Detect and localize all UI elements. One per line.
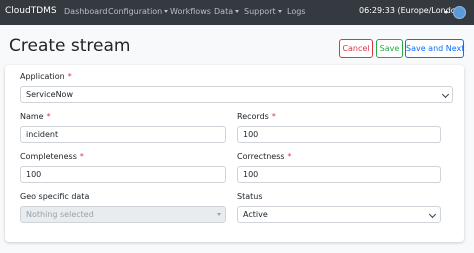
status-select-value: Active (243, 210, 268, 219)
chevron-down-icon (428, 210, 437, 219)
completeness-input[interactable]: 100 (20, 166, 226, 183)
required-mark: * (287, 152, 292, 161)
geo-data-select[interactable]: Nothing selected (20, 206, 226, 223)
geo-data-select-value: Nothing selected (26, 210, 94, 219)
records-label-text: Records (237, 112, 269, 121)
required-mark: * (46, 112, 51, 121)
completeness-label: Completeness * (20, 152, 84, 161)
required-mark: * (67, 72, 72, 81)
chevron-down-icon (441, 90, 450, 99)
status-label: Status (237, 192, 263, 201)
completeness-label-text: Completeness (20, 152, 77, 161)
stream-form-card: Application * ServiceNow Name * incident R… (5, 65, 464, 242)
correctness-label: Correctness * (237, 152, 292, 161)
nav-configuration-label: Configuration (108, 7, 163, 16)
records-input[interactable]: 100 (237, 126, 441, 143)
status-select[interactable]: Active (237, 206, 441, 223)
nav-support-label: Support (244, 7, 276, 16)
top-navbar: CloudTDMS Dashboard Configuration Workfl… (0, 0, 474, 25)
required-mark: * (271, 112, 276, 121)
clock-timezone: 06:29:33 (Europe/London) (359, 6, 464, 15)
name-label: Name * (20, 112, 51, 121)
page-title: Create stream (9, 36, 131, 56)
chevron-down-icon (164, 10, 169, 13)
save-and-next-button[interactable]: Save and Next (405, 39, 464, 58)
save-button[interactable]: Save (376, 39, 403, 58)
nav-data[interactable]: Data (214, 7, 240, 16)
caret-down-icon (217, 213, 221, 216)
nav-configuration[interactable]: Configuration (108, 7, 169, 16)
chevron-down-icon (235, 10, 240, 13)
geo-data-label: Geo specific data (20, 192, 90, 201)
nav-data-label: Data (214, 7, 234, 16)
cancel-button[interactable]: Cancel (339, 39, 373, 58)
application-label: Application * (20, 72, 72, 81)
nav-logs[interactable]: Logs (287, 7, 305, 16)
brand-logo[interactable]: CloudTDMS (5, 6, 57, 16)
required-mark: * (79, 152, 84, 161)
nav-support[interactable]: Support (244, 7, 282, 16)
user-menu-chevron-icon[interactable] (444, 11, 448, 14)
name-label-text: Name (20, 112, 44, 121)
nav-dashboard[interactable]: Dashboard (64, 7, 107, 16)
records-label: Records * (237, 112, 276, 121)
application-select[interactable]: ServiceNow (20, 86, 453, 103)
name-input[interactable]: incident (20, 126, 226, 143)
chevron-down-icon (277, 10, 282, 13)
correctness-input[interactable]: 100 (237, 166, 441, 183)
application-select-value: ServiceNow (26, 90, 73, 99)
application-label-text: Application (20, 72, 65, 81)
user-avatar-icon[interactable] (453, 6, 466, 19)
correctness-label-text: Correctness (237, 152, 285, 161)
nav-workflows[interactable]: Workflows (170, 7, 211, 16)
